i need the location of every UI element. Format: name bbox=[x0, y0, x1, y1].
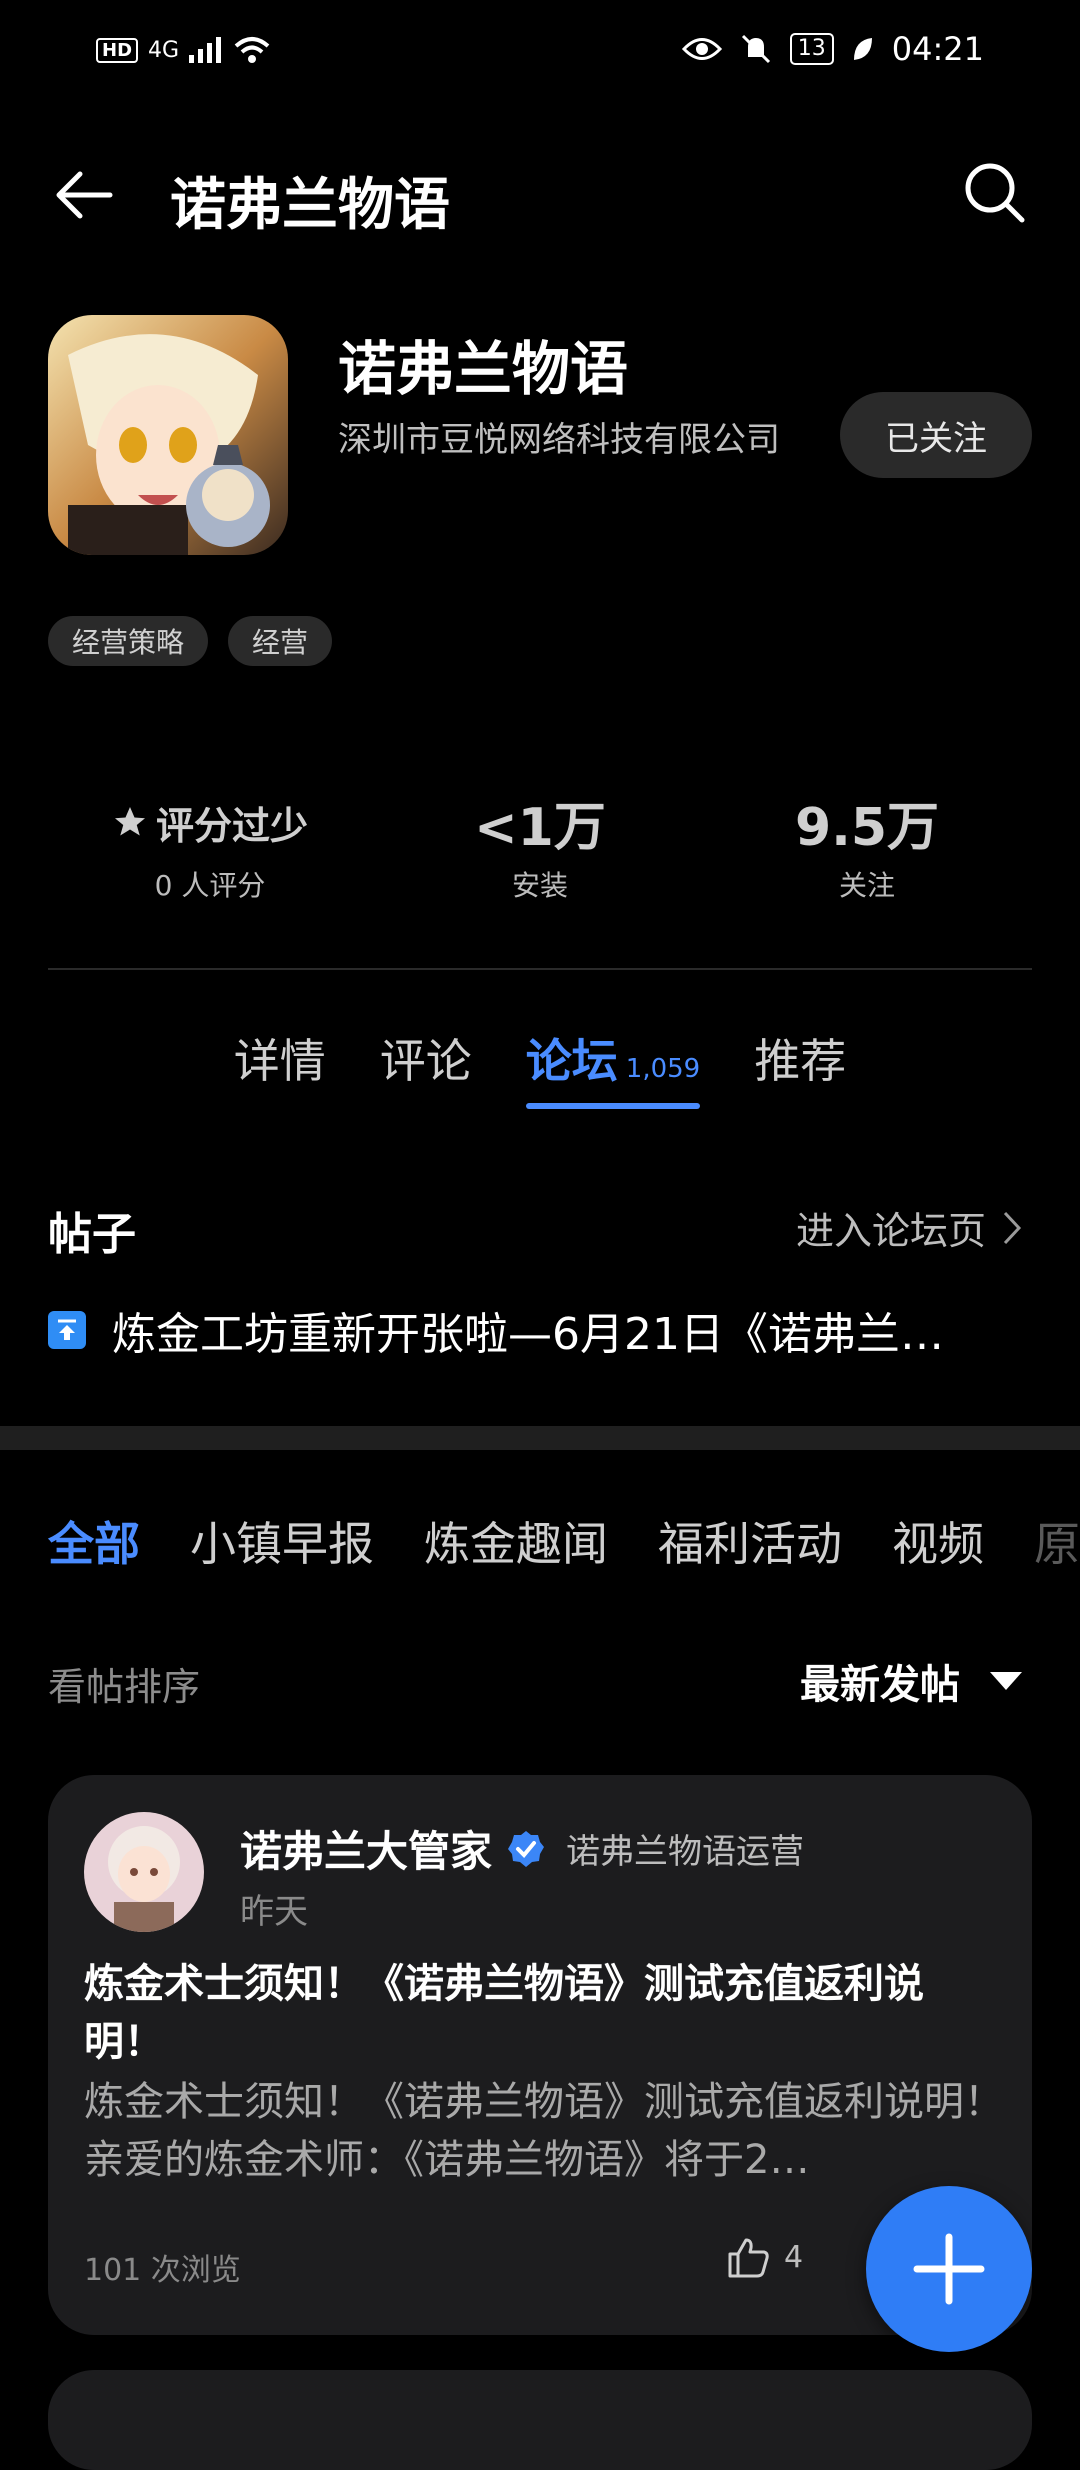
signal-icon bbox=[189, 37, 222, 63]
status-bar: HD 4G 13 04:21 bbox=[0, 0, 1080, 110]
network-label: 4G bbox=[148, 37, 180, 63]
installs-value: <1万 bbox=[474, 797, 606, 858]
like-button[interactable]: 4 bbox=[726, 2236, 803, 2278]
post-card[interactable] bbox=[48, 2370, 1032, 2470]
author-name[interactable]: 诺弗兰大管家 bbox=[240, 1818, 492, 1879]
mute-bell-icon bbox=[741, 34, 770, 64]
caret-down-icon bbox=[990, 1672, 1022, 1690]
follows-label: 关注 bbox=[838, 869, 895, 902]
app-name: 诺弗兰物语 bbox=[338, 335, 629, 403]
chevron-right-icon bbox=[1003, 1211, 1022, 1244]
back-arrow-icon[interactable] bbox=[50, 160, 120, 230]
tag-item[interactable]: 经营策略 bbox=[48, 616, 209, 666]
author-role: 诺弗兰物语运营 bbox=[566, 1832, 805, 1872]
category-all[interactable]: 全部 bbox=[48, 1508, 140, 1574]
follow-button[interactable]: 已关注 bbox=[840, 392, 1032, 478]
pinned-post[interactable]: 炼金工坊重新开张啦—6月21日《诺弗兰… bbox=[48, 1298, 1038, 1362]
tab-label: 评论 bbox=[379, 1034, 472, 1088]
clock: 04:21 bbox=[891, 30, 984, 68]
follows-value: 9.5万 bbox=[794, 797, 940, 858]
section-title: 帖子 bbox=[48, 1209, 136, 1260]
tab-label: 论坛 bbox=[525, 1034, 618, 1088]
hd-indicator: HD bbox=[96, 37, 139, 63]
category-item[interactable]: 小镇早报 bbox=[190, 1508, 374, 1574]
create-post-fab[interactable] bbox=[866, 2186, 1032, 2352]
enter-forum-label: 进入论坛页 bbox=[795, 1209, 986, 1253]
follows-stat: 9.5万 关注 bbox=[702, 790, 1032, 904]
status-right: 13 04:21 bbox=[681, 30, 984, 68]
leaf-icon bbox=[853, 38, 872, 60]
sort-label: 看帖排序 bbox=[48, 1665, 201, 1709]
category-tabs: 全部 小镇早报 炼金趣闻 福利活动 视频 原 bbox=[48, 1508, 1080, 1574]
star-icon bbox=[114, 807, 145, 836]
rating-value-row: 评分过少 bbox=[45, 790, 375, 854]
tab-reviews[interactable]: 评论 bbox=[380, 1025, 472, 1109]
battery-indicator: 13 bbox=[789, 33, 834, 65]
tab-bar: 详情 评论 论坛 1,059 推荐 bbox=[0, 1025, 1080, 1109]
category-item-partial[interactable]: 原 bbox=[1034, 1508, 1080, 1574]
tab-recommend[interactable]: 推荐 bbox=[754, 1025, 846, 1109]
tab-label: 详情 bbox=[233, 1034, 326, 1088]
plus-icon bbox=[913, 2233, 985, 2305]
installs-label: 安装 bbox=[511, 869, 568, 902]
pinned-post-title: 炼金工坊重新开张啦—6月21日《诺弗兰… bbox=[112, 1309, 944, 1360]
sort-dropdown[interactable]: 最新发帖 bbox=[800, 1652, 1022, 1710]
pin-top-icon bbox=[48, 1311, 86, 1349]
post-title[interactable]: 炼金术士须知！《诺弗兰物语》测试充值返利说明！ bbox=[84, 1955, 984, 2071]
rating-count: 0 人评分 bbox=[154, 869, 266, 902]
author-row: 诺弗兰大管家 诺弗兰物语运营 bbox=[240, 1818, 804, 1879]
verified-badge-icon bbox=[508, 1830, 545, 1867]
rating-stat: 评分过少 0 人评分 bbox=[45, 790, 375, 904]
post-excerpt[interactable]: 炼金术士须知！《诺弗兰物语》测试充值返利说明！ 亲爱的炼金术师：《诺弗兰物语》将… bbox=[84, 2073, 1004, 2189]
sort-value: 最新发帖 bbox=[800, 1662, 960, 1708]
category-item[interactable]: 炼金趣闻 bbox=[424, 1508, 608, 1574]
status-left: HD 4G bbox=[96, 36, 271, 64]
enter-forum-link[interactable]: 进入论坛页 bbox=[796, 1200, 1022, 1255]
app-icon bbox=[48, 315, 288, 555]
post-views: 101 次浏览 bbox=[84, 2253, 241, 2288]
tab-count: 1,059 bbox=[625, 1054, 701, 1084]
page-title: 诺弗兰物语 bbox=[170, 173, 450, 238]
category-item[interactable]: 视频 bbox=[892, 1508, 984, 1574]
category-item[interactable]: 福利活动 bbox=[658, 1508, 842, 1574]
post-time: 昨天 bbox=[240, 1892, 308, 1932]
tag-item[interactable]: 经营 bbox=[228, 616, 333, 666]
tag-list: 经营策略 经营 bbox=[48, 616, 333, 666]
search-icon[interactable] bbox=[960, 158, 1030, 228]
divider bbox=[48, 968, 1032, 970]
like-count: 4 bbox=[784, 2239, 804, 2275]
tab-label: 推荐 bbox=[754, 1034, 847, 1088]
thumb-up-icon bbox=[728, 2238, 769, 2278]
avatar[interactable] bbox=[84, 1812, 204, 1932]
installs-stat: <1万 安装 bbox=[375, 790, 705, 904]
eye-icon bbox=[681, 38, 722, 60]
rating-value: 评分过少 bbox=[155, 803, 308, 848]
developer-name[interactable]: 深圳市豆悦网络科技有限公司 bbox=[338, 412, 780, 461]
section-separator bbox=[0, 1426, 1080, 1450]
wifi-icon bbox=[234, 37, 270, 63]
tab-forum[interactable]: 论坛 1,059 bbox=[525, 1025, 701, 1109]
tab-details[interactable]: 详情 bbox=[234, 1025, 326, 1109]
